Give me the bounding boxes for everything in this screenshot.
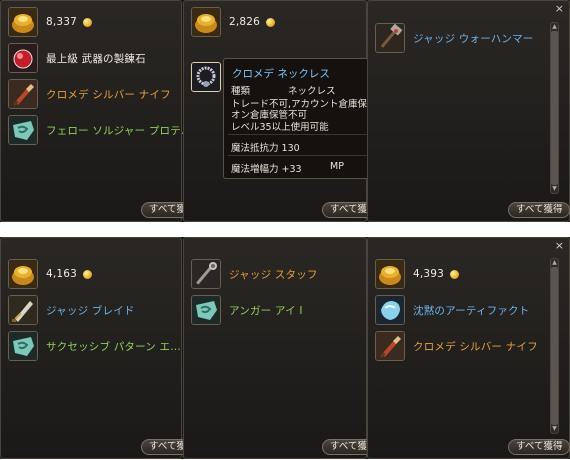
necklace-icon xyxy=(191,62,221,92)
scroll-up-icon[interactable]: ▲ xyxy=(551,260,558,266)
scrollbar-thumb[interactable] xyxy=(551,267,558,425)
gold-row[interactable]: 8,337 xyxy=(8,6,93,38)
item-name: 沈黙のアーティファクト xyxy=(413,304,530,317)
loot-item[interactable]: ジャッジ ウォーハンマー xyxy=(375,22,534,54)
gold-row[interactable]: 2,826 xyxy=(191,6,276,38)
item-name: アンガー アイ I xyxy=(229,304,303,317)
gold-amount: 8,337 xyxy=(46,16,78,28)
scroll-up-icon[interactable]: ▲ xyxy=(551,24,558,30)
loot-item[interactable]: 沈黙のアーティファクト xyxy=(375,294,529,326)
loot-item[interactable]: サクセッシブ パターン エ… xyxy=(8,330,181,362)
loot-item[interactable]: フェロー ソルジャー プロテ… xyxy=(8,114,192,146)
green-stone-icon xyxy=(8,115,38,145)
tooltip-type-label: 種類 xyxy=(231,86,251,97)
knife-icon xyxy=(8,79,38,109)
green-stone-icon xyxy=(191,295,221,325)
gold-bag-icon xyxy=(375,259,405,289)
tooltip-divider xyxy=(228,155,367,156)
close-icon[interactable]: × xyxy=(555,3,564,14)
loot-item[interactable]: ジャッジ スタッフ xyxy=(191,258,318,290)
gold-coin-icon xyxy=(83,269,93,279)
item-name: クロメデ シルバー ナイフ xyxy=(413,340,538,353)
gold-coin-icon xyxy=(266,17,276,27)
item-name: ジャッジ ウォーハンマー xyxy=(413,32,534,45)
item-name: ジャッジ スタッフ xyxy=(229,268,318,281)
tooltip-stat: 魔法増幅力 +33 xyxy=(231,164,302,175)
scrollbar-thumb[interactable] xyxy=(551,31,558,185)
loot-all-button[interactable]: すべて獲得 xyxy=(508,202,570,218)
gold-bag-icon xyxy=(8,7,38,37)
gold-coin-icon xyxy=(450,269,460,279)
item-tooltip: クロメデ ネックレス 種類 ネックレス トレード不可,アカウント倉庫保管 オン倉… xyxy=(223,58,367,179)
gold-amount: 4,163 xyxy=(46,268,78,280)
loot-item[interactable]: クロメデ シルバー ナイフ xyxy=(375,330,538,362)
scrollbar[interactable]: ▲ ▼ xyxy=(550,22,559,194)
close-icon[interactable]: × xyxy=(555,240,564,251)
gold-amount: 4,393 xyxy=(413,268,445,280)
gold-amount: 2,826 xyxy=(229,16,261,28)
scroll-down-icon[interactable]: ▼ xyxy=(551,186,558,192)
gold-row[interactable]: 4,393 xyxy=(375,258,460,290)
item-name: サクセッシブ パターン エ… xyxy=(46,340,181,353)
loot-item[interactable] xyxy=(191,61,221,93)
item-name: フェロー ソルジャー プロテ… xyxy=(46,124,192,137)
tooltip-divider xyxy=(228,134,367,135)
loot-window-row-bottom: 4,163 ジャッジ ブレイド サクセッシブ パターン エ… すべて獲 ジャッジ… xyxy=(0,237,570,459)
tooltip-stat: 魔法抵抗力 130 xyxy=(231,143,300,154)
loot-panel: × 4,393 沈黙のアーティファクト クロメデ シルバー ナイフ ▲ ▼ すべ… xyxy=(367,237,570,459)
gold-coin-icon xyxy=(83,17,93,27)
item-name: 最上級 武器の製錬石 xyxy=(46,52,146,65)
loot-window-row-top: 8,337 最上級 武器の製錬石 クロメデ シルバー ナイフ フェロー ソルジャ… xyxy=(0,0,570,222)
blade-icon xyxy=(8,295,38,325)
staff-icon xyxy=(191,259,221,289)
tooltip-line: レベル35以上使用可能 xyxy=(231,122,329,133)
loot-item[interactable]: 最上級 武器の製錬石 xyxy=(8,42,146,74)
loot-item[interactable]: ジャッジ ブレイド xyxy=(8,294,135,326)
item-name: クロメデ シルバー ナイフ xyxy=(46,88,171,101)
item-name: ジャッジ ブレイド xyxy=(46,304,135,317)
loot-item[interactable]: クロメデ シルバー ナイフ xyxy=(8,78,171,110)
loot-item[interactable]: アンガー アイ I xyxy=(191,294,303,326)
loot-all-button[interactable]: すべて獲得 xyxy=(508,439,570,455)
warhammer-icon xyxy=(375,23,405,53)
gold-bag-icon xyxy=(8,259,38,289)
knife-icon xyxy=(375,331,405,361)
loot-panel: ジャッジ スタッフ アンガー アイ I すべて獲 xyxy=(183,237,375,459)
blue-crystal-icon xyxy=(375,295,405,325)
red-gem-icon xyxy=(8,43,38,73)
loot-panel: 8,337 最上級 武器の製錬石 クロメデ シルバー ナイフ フェロー ソルジャ… xyxy=(0,0,194,222)
green-stone-icon xyxy=(8,331,38,361)
loot-panel: 4,163 ジャッジ ブレイド サクセッシブ パターン エ… すべて獲 xyxy=(0,237,194,459)
scrollbar[interactable]: ▲ ▼ xyxy=(550,258,559,434)
tooltip-stat-unit: MP xyxy=(330,161,344,172)
loot-panel: × ジャッジ ウォーハンマー ▲ ▼ すべて獲得 xyxy=(367,0,570,222)
gold-bag-icon xyxy=(191,7,221,37)
gold-row[interactable]: 4,163 xyxy=(8,258,93,290)
scroll-down-icon[interactable]: ▼ xyxy=(551,426,558,432)
tooltip-type-value: ネックレス xyxy=(288,86,336,97)
tooltip-title: クロメデ ネックレス xyxy=(232,68,330,80)
